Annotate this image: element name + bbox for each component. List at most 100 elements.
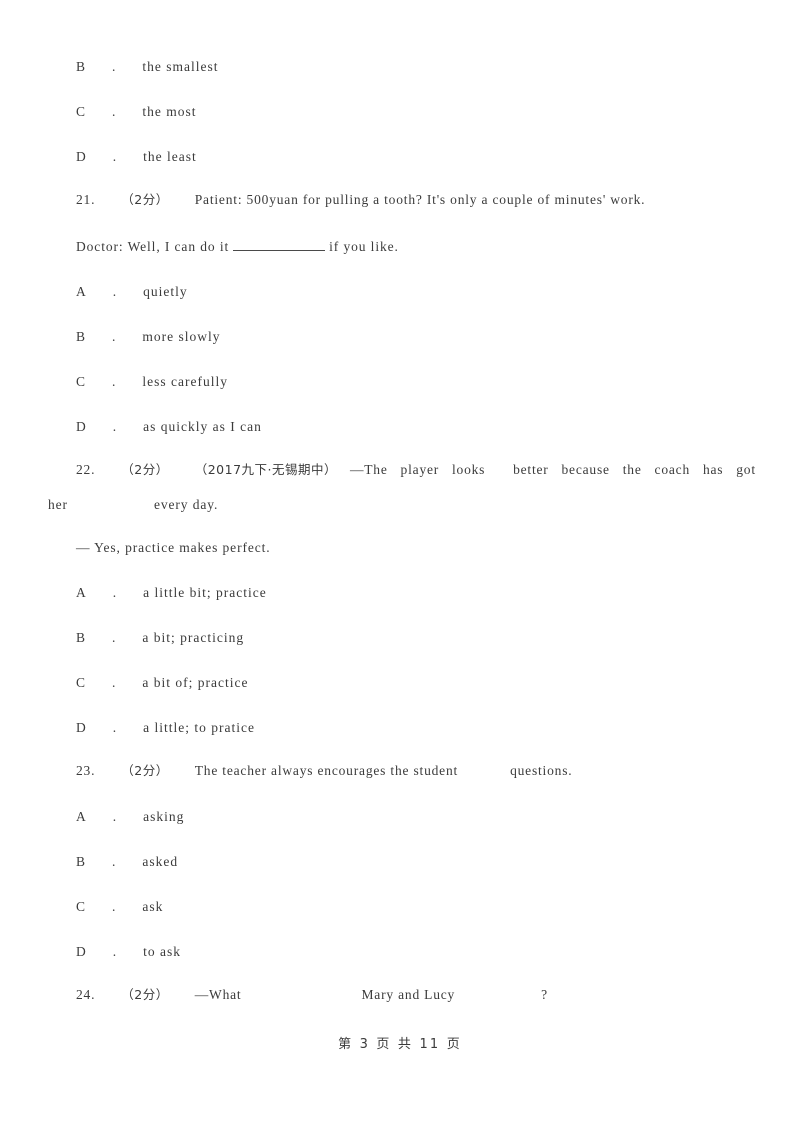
- stem-prefix: The teacher always encourages the studen…: [194, 763, 459, 778]
- option-letter: B: [76, 630, 87, 645]
- option-row: D. to ask: [76, 943, 181, 961]
- option-separator: .: [112, 419, 118, 434]
- option-separator: .: [112, 899, 117, 914]
- question-score: （2分）: [121, 763, 169, 778]
- option-row: A. a little bit; practice: [76, 584, 267, 602]
- option-text: asking: [143, 809, 185, 824]
- option-row: B. the smallest: [76, 58, 219, 76]
- option-text: to ask: [143, 944, 181, 959]
- question-source: （2017九下·无锡期中）: [194, 462, 338, 477]
- stem-word: coach: [654, 462, 691, 477]
- option-letter: C: [76, 104, 87, 119]
- option-text: the least: [143, 149, 197, 164]
- question-number: 24.: [76, 987, 96, 1002]
- option-row: D. the least: [76, 148, 197, 166]
- option-row: B. a bit; practicing: [76, 629, 244, 647]
- question-score: （2分）: [121, 462, 169, 477]
- option-separator: .: [112, 284, 118, 299]
- option-text: quietly: [143, 284, 188, 299]
- option-row: C. ask: [76, 898, 163, 916]
- option-letter: D: [76, 720, 87, 735]
- stem-word: the: [622, 462, 642, 477]
- page-footer: 第 3 页 共 11 页: [338, 1037, 462, 1052]
- option-letter: B: [76, 854, 87, 869]
- option-separator: .: [112, 675, 117, 690]
- question-22-stem: 22. （2分） （2017九下·无锡期中） —The player looks b…: [76, 461, 756, 479]
- option-row: C. a bit of; practice: [76, 674, 248, 692]
- option-row: B. asked: [76, 853, 178, 871]
- option-separator: .: [112, 59, 117, 74]
- question-stem-text: Patient: 500yuan for pulling a tooth? It…: [194, 192, 646, 207]
- option-separator: .: [112, 104, 117, 119]
- option-letter: A: [76, 284, 87, 299]
- stem-word: because: [561, 462, 610, 477]
- option-text: as quickly as I can: [143, 419, 262, 434]
- option-separator: .: [112, 585, 118, 600]
- option-separator: .: [112, 630, 117, 645]
- document-page: B. the smallest C. the most D. the least 21…: [0, 0, 800, 1132]
- option-text: the smallest: [142, 59, 219, 74]
- option-letter: C: [76, 374, 87, 389]
- option-separator: .: [112, 720, 118, 735]
- option-letter: D: [76, 419, 87, 434]
- question-23-stem: 23. （2分） The teacher always encourages the…: [76, 762, 572, 780]
- dialog-prefix: Doctor: Well, I can do it: [76, 239, 230, 254]
- option-text: a bit of; practice: [142, 675, 249, 690]
- option-text: a bit; practicing: [142, 630, 245, 645]
- option-text: asked: [142, 854, 179, 869]
- option-letter: B: [76, 59, 87, 74]
- option-text: more slowly: [142, 329, 221, 344]
- option-letter: D: [76, 944, 87, 959]
- option-letter: C: [76, 899, 87, 914]
- stem-word: her: [48, 497, 68, 512]
- option-row: A. asking: [76, 808, 184, 826]
- question-number: 22.: [76, 462, 96, 477]
- stem-word: has: [702, 462, 724, 477]
- option-letter: A: [76, 585, 87, 600]
- stem-word: looks: [451, 462, 486, 477]
- answer-blank: [233, 239, 326, 251]
- stem-word: —What: [194, 987, 242, 1002]
- option-row: D. as quickly as I can: [76, 418, 262, 436]
- question-score: （2分）: [121, 192, 169, 207]
- option-separator: .: [112, 374, 117, 389]
- option-text: the most: [142, 104, 197, 119]
- option-row: C. less carefully: [76, 373, 228, 391]
- stem-word: player: [400, 462, 440, 477]
- question-number: 23.: [76, 763, 96, 778]
- stem-word: —The: [349, 462, 388, 477]
- question-22-head: 22. （2分） （2017九下·无锡期中）: [76, 461, 337, 479]
- stem-word: ?: [541, 987, 548, 1002]
- question-22-stem-cont: her every day.: [48, 496, 218, 514]
- stem-word: better: [513, 462, 549, 477]
- option-separator: .: [112, 329, 117, 344]
- option-text: a little; to pratice: [143, 720, 255, 735]
- question-number: 21.: [76, 192, 96, 207]
- option-separator: .: [112, 944, 118, 959]
- stem-suffix: questions.: [510, 763, 573, 778]
- option-row: A. quietly: [76, 283, 188, 301]
- option-separator: .: [112, 149, 118, 164]
- answer-blank-gap: [498, 461, 500, 479]
- option-text: ask: [142, 899, 164, 914]
- option-row: B. more slowly: [76, 328, 221, 346]
- question-22-answer-line: — Yes, practice makes perfect.: [76, 539, 271, 557]
- option-letter: D: [76, 149, 87, 164]
- answer-text: — Yes, practice makes perfect.: [76, 540, 271, 555]
- dialog-suffix: if you like.: [329, 239, 399, 254]
- option-letter: B: [76, 329, 87, 344]
- option-text: less carefully: [142, 374, 228, 389]
- stem-word: Mary and Lucy: [361, 987, 456, 1002]
- option-separator: .: [112, 809, 118, 824]
- question-score: （2分）: [121, 987, 169, 1002]
- option-text: a little bit; practice: [143, 585, 267, 600]
- option-row: D. a little; to pratice: [76, 719, 255, 737]
- option-letter: A: [76, 809, 87, 824]
- question-21-stem: 21. （2分） Patient: 500yuan for pulling a to…: [76, 191, 645, 209]
- question-21-stem-line2: Doctor: Well, I can do it if you like.: [76, 238, 399, 256]
- stem-word: got: [736, 462, 756, 477]
- stem-word: every day.: [153, 497, 219, 512]
- option-separator: .: [112, 854, 117, 869]
- question-24-stem: 24. （2分） —What Mary and Lucy?: [76, 986, 548, 1004]
- option-letter: C: [76, 675, 87, 690]
